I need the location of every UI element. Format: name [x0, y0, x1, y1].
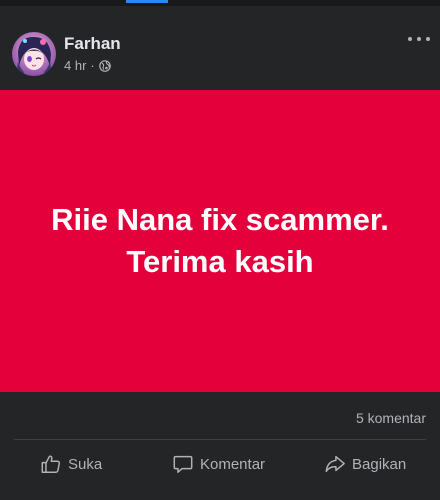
comment-label: Komentar	[200, 455, 266, 473]
post-meta: 4 hr ·	[64, 58, 111, 73]
meta-separator: ·	[90, 58, 95, 73]
author-name[interactable]: Farhan	[64, 34, 121, 54]
post-content[interactable]: Riie Nana fix scammer. Terima kasih	[0, 90, 440, 392]
post-header: Farhan 4 hr ·	[0, 6, 440, 90]
like-button[interactable]: Suka	[40, 452, 102, 476]
like-label: Suka	[68, 455, 103, 473]
avatar[interactable]	[12, 32, 56, 76]
share-button[interactable]: Bagikan	[324, 452, 406, 476]
share-label: Bagikan	[352, 455, 407, 473]
globe-icon[interactable]	[98, 59, 111, 72]
post-card: Farhan 4 hr · Riie Nana fix scammer. Ter…	[0, 0, 440, 500]
comment-count[interactable]: 5 komentar	[356, 410, 426, 426]
post-stats: 5 komentar	[0, 392, 440, 438]
comment-bubble-icon	[173, 455, 193, 473]
avatar-image	[12, 32, 56, 76]
post-text: Riie Nana fix scammer. Terima kasih	[51, 202, 389, 279]
post-time[interactable]: 4 hr	[64, 58, 86, 73]
active-tab-indicator	[126, 0, 168, 3]
more-options-icon[interactable]	[408, 32, 430, 46]
action-bar: Suka Komentar Bagikan	[0, 440, 440, 500]
thumbs-up-icon	[41, 455, 61, 473]
share-arrow-icon	[325, 455, 345, 473]
comment-button[interactable]: Komentar	[172, 452, 265, 476]
